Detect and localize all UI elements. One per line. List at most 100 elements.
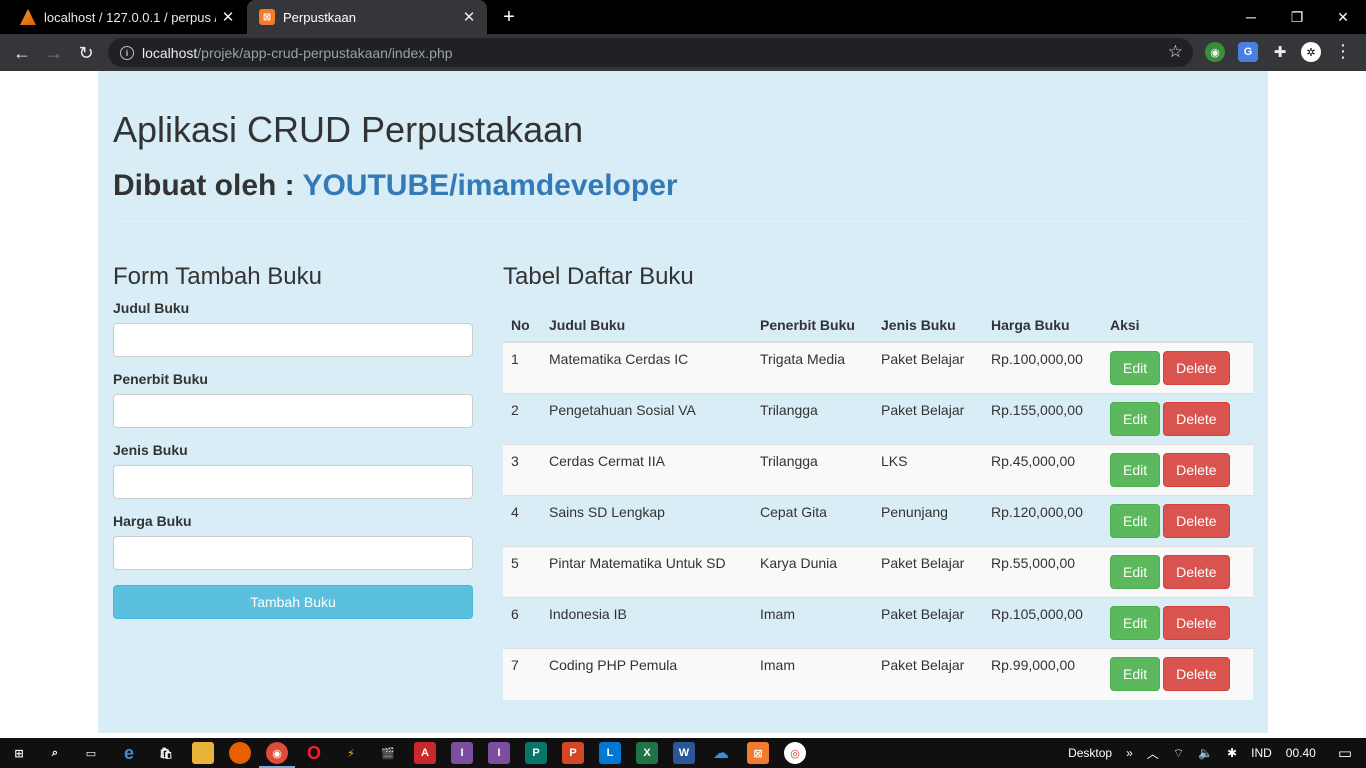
browser-toolbar: ← → ↻ i localhost /projek/app-crud-perpu…: [0, 34, 1366, 71]
book-table: No Judul Buku Penerbit Buku Jenis Buku H…: [503, 305, 1253, 700]
back-icon[interactable]: ←: [10, 41, 34, 65]
table-row: 1 Matematika Cerdas IC Trigata Media Paket …: [503, 341, 1253, 394]
windows-taskbar: ⊞ ⌕ ▭ e 🛍 ◉ O ⚡ 🎬 A I I P P L X W ☁ ⊠ ◎ …: [0, 738, 1366, 768]
penerbit-input[interactable]: [113, 394, 473, 428]
extensions-puzzle-icon[interactable]: ✚: [1270, 42, 1290, 62]
volume-icon[interactable]: 🔈: [1198, 746, 1213, 760]
desktop-label[interactable]: Desktop: [1068, 746, 1112, 760]
cell-penerbit: Trigata Media: [752, 341, 873, 394]
delete-button[interactable]: Delete: [1163, 657, 1230, 691]
xampp-icon: ⊠: [259, 9, 275, 25]
close-tab-icon[interactable]: ✕: [216, 8, 240, 26]
cell-judul: Pintar Matematika Untuk SD: [541, 546, 752, 598]
firefox-icon[interactable]: [229, 742, 251, 764]
close-window-icon[interactable]: ✕: [1320, 0, 1366, 34]
jenis-input[interactable]: [113, 465, 473, 499]
restore-icon[interactable]: ❐: [1274, 0, 1320, 34]
info-icon[interactable]: i: [120, 45, 134, 60]
tab-title: localhost / 127.0.0.1 / perpus / buku: [44, 9, 216, 25]
column-header-penerbit: Penerbit Buku: [752, 305, 873, 343]
harga-input[interactable]: [113, 536, 473, 570]
add-book-form: Form Tambah Buku Judul Buku Penerbit Buk…: [113, 263, 473, 619]
store-icon[interactable]: 🛍: [155, 742, 177, 764]
cell-harga: Rp.45,000,00: [983, 444, 1102, 496]
edit-button[interactable]: Edit: [1110, 351, 1161, 385]
tray-up-icon[interactable]: ︿: [1147, 745, 1159, 762]
minimize-icon[interactable]: ─: [1228, 0, 1274, 34]
browser-tab-perpustakaan[interactable]: ⊠ Perpustkaan ✕: [247, 0, 487, 34]
browser-tab-phpmyadmin[interactable]: localhost / 127.0.0.1 / perpus / buku ✕: [0, 0, 246, 34]
edit-button[interactable]: Edit: [1110, 606, 1161, 640]
edge-icon[interactable]: e: [118, 742, 140, 764]
cell-no: 1: [503, 341, 541, 394]
profile-avatar-icon[interactable]: ✲: [1301, 42, 1321, 62]
extension-icon[interactable]: ◉: [1205, 42, 1225, 62]
excel-icon[interactable]: X: [636, 742, 658, 764]
publisher-icon[interactable]: P: [525, 742, 547, 764]
tab-title: Perpustkaan: [283, 9, 356, 25]
cell-judul: Coding PHP Pemula: [541, 648, 752, 700]
wifi-icon[interactable]: ✱: [1227, 746, 1237, 760]
subtitle-prefix: Dibuat oleh :: [113, 169, 303, 202]
edit-button[interactable]: Edit: [1110, 402, 1161, 436]
edit-button[interactable]: Edit: [1110, 504, 1161, 538]
harga-label: Harga Buku: [113, 513, 192, 529]
media-icon[interactable]: 🎬: [377, 742, 399, 764]
author-link[interactable]: YOUTUBE/imamdeveloper: [302, 169, 677, 202]
delete-button[interactable]: Delete: [1163, 555, 1230, 589]
recorder-icon[interactable]: ◎: [784, 742, 806, 764]
browser-menu-icon[interactable]: ⋮: [1334, 41, 1352, 62]
new-tab-button[interactable]: +: [498, 6, 520, 28]
lync-icon[interactable]: L: [599, 742, 621, 764]
chrome-icon[interactable]: ◉: [266, 742, 288, 764]
cell-harga: Rp.55,000,00: [983, 546, 1102, 598]
delete-button[interactable]: Delete: [1163, 453, 1230, 487]
notification-icon[interactable]: ▭: [1338, 744, 1352, 762]
page-title: Aplikasi CRUD Perpustakaan: [113, 109, 584, 150]
chevron-icon[interactable]: »: [1126, 746, 1133, 760]
windows-start-icon[interactable]: ⊞: [8, 742, 30, 764]
infopath-icon[interactable]: I: [451, 742, 473, 764]
cell-no: 7: [503, 648, 541, 700]
divider: [113, 221, 1253, 222]
address-bar[interactable]: i localhost /projek/app-crud-perpustakaa…: [108, 38, 1193, 67]
reload-icon[interactable]: ↻: [74, 41, 98, 65]
language-indicator[interactable]: IND: [1251, 746, 1272, 760]
add-book-button[interactable]: Tambah Buku: [113, 585, 473, 619]
delete-button[interactable]: Delete: [1163, 606, 1230, 640]
clock[interactable]: 00.40: [1286, 746, 1316, 760]
xampp-taskbar-icon[interactable]: ⊠: [747, 742, 769, 764]
sublime-icon[interactable]: ⚡: [340, 742, 362, 764]
cell-judul: Cerdas Cermat IIA: [541, 444, 752, 496]
cell-penerbit: Imam: [752, 648, 873, 700]
powerpoint-icon[interactable]: P: [562, 742, 584, 764]
cell-no: 4: [503, 495, 541, 547]
window-controls: ─ ❐ ✕: [1228, 0, 1366, 34]
network-icon[interactable]: ⌔: [1173, 746, 1184, 761]
edit-button[interactable]: Edit: [1110, 555, 1161, 589]
task-view-icon[interactable]: ▭: [80, 742, 102, 764]
delete-button[interactable]: Delete: [1163, 504, 1230, 538]
delete-button[interactable]: Delete: [1163, 351, 1230, 385]
cell-aksi: Edit Delete: [1102, 546, 1253, 598]
judul-input[interactable]: [113, 323, 473, 357]
cell-jenis: Paket Belajar: [873, 648, 983, 700]
opera-icon[interactable]: O: [303, 742, 325, 764]
edit-button[interactable]: Edit: [1110, 657, 1161, 691]
penerbit-label: Penerbit Buku: [113, 371, 208, 387]
access-icon[interactable]: A: [414, 742, 436, 764]
translate-icon[interactable]: G: [1238, 42, 1258, 62]
forward-icon[interactable]: →: [42, 41, 66, 65]
cell-judul: Pengetahuan Sosial VA: [541, 393, 752, 445]
bookmark-star-icon[interactable]: ☆: [1168, 42, 1183, 62]
table-row: 2 Pengetahuan Sosial VA Trilangga Paket Bel…: [503, 393, 1253, 445]
cell-harga: Rp.100,000,00: [983, 341, 1102, 394]
edit-button[interactable]: Edit: [1110, 453, 1161, 487]
onedrive-icon[interactable]: ☁: [710, 742, 732, 764]
close-tab-icon[interactable]: ✕: [457, 8, 481, 26]
word-icon[interactable]: W: [673, 742, 695, 764]
infopath-designer-icon[interactable]: I: [488, 742, 510, 764]
search-icon[interactable]: ⌕: [44, 742, 66, 764]
file-explorer-icon[interactable]: [192, 742, 214, 764]
delete-button[interactable]: Delete: [1163, 402, 1230, 436]
